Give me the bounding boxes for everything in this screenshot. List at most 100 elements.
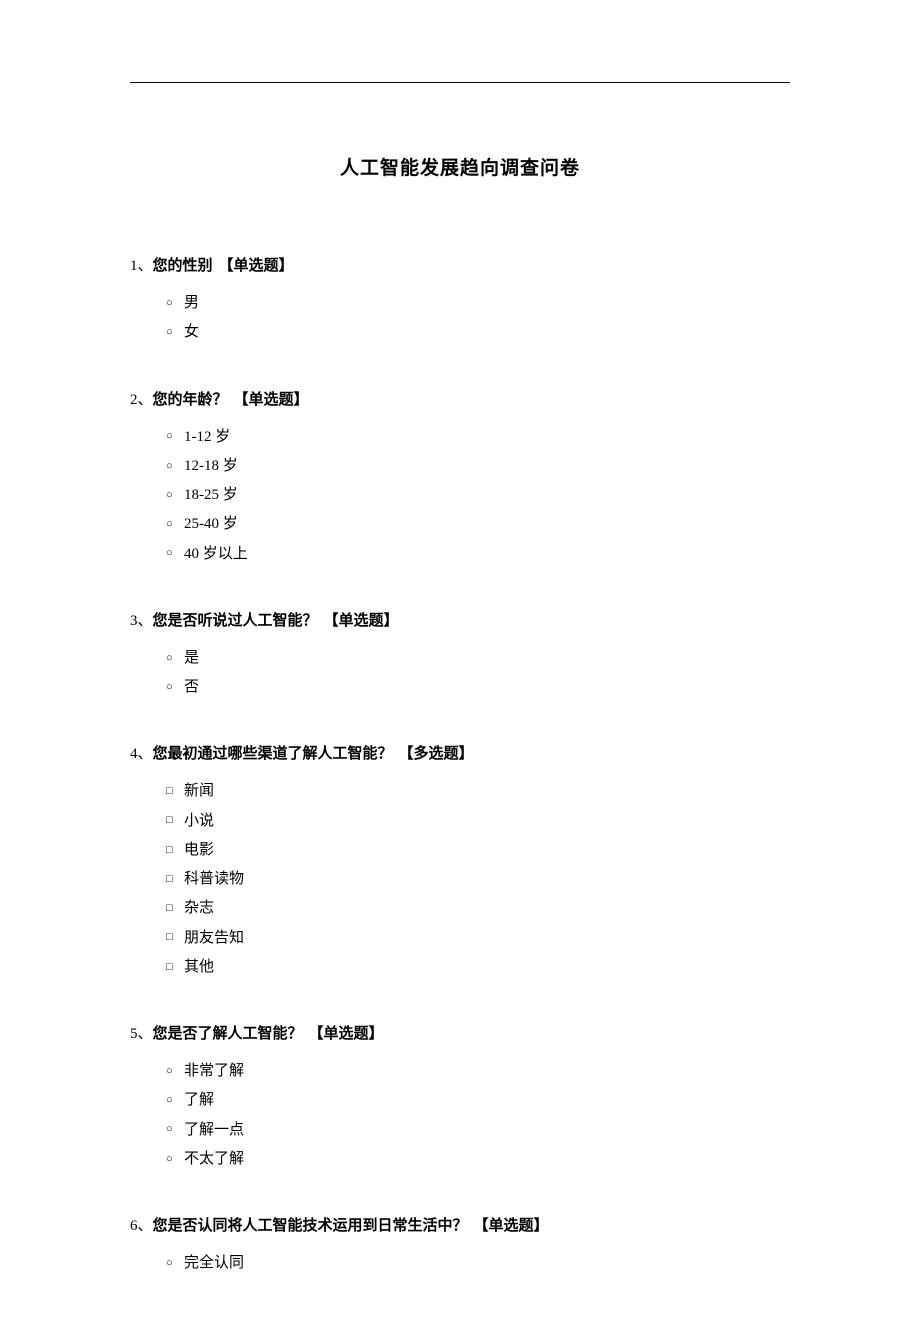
option-label: 了解 bbox=[182, 1086, 214, 1115]
radio-icon[interactable] bbox=[166, 456, 182, 477]
option-label: 40 岁以上 bbox=[182, 540, 248, 569]
radio-icon[interactable] bbox=[166, 322, 182, 343]
option-item[interactable]: 女 bbox=[166, 318, 790, 347]
option-label: 12-18 岁 bbox=[182, 452, 238, 481]
question-block: 2、您的年龄？【单选题】1-12 岁12-18 岁18-25 岁25-40 岁4… bbox=[130, 390, 790, 569]
options-list: 1-12 岁12-18 岁18-25 岁25-40 岁40 岁以上 bbox=[130, 423, 790, 569]
option-item[interactable]: 非常了解 bbox=[166, 1057, 790, 1086]
question-header: 1、您的性别【单选题】 bbox=[130, 256, 790, 277]
question-header: 5、您是否了解人工智能？ 【单选题】 bbox=[130, 1024, 790, 1045]
option-label: 18-25 岁 bbox=[182, 481, 238, 510]
option-label: 小说 bbox=[182, 807, 214, 836]
option-label: 了解一点 bbox=[182, 1116, 244, 1145]
option-label: 电影 bbox=[182, 836, 214, 865]
radio-icon[interactable] bbox=[166, 1149, 182, 1170]
question-header: 6、您是否认同将人工智能技术运用到日常生活中？ 【单选题】 bbox=[130, 1216, 790, 1237]
option-item[interactable]: 不太了解 bbox=[166, 1145, 790, 1174]
checkbox-icon[interactable] bbox=[166, 898, 182, 919]
question-header: 2、您的年龄？ 【单选题】 bbox=[130, 390, 790, 411]
option-item[interactable]: 男 bbox=[166, 289, 790, 318]
checkbox-icon[interactable] bbox=[166, 840, 182, 861]
question-number: 4、 bbox=[130, 746, 153, 762]
radio-icon[interactable] bbox=[166, 543, 182, 564]
survey-title: 人工智能发展趋向调查问卷 bbox=[130, 153, 790, 180]
options-list: 男女 bbox=[130, 289, 790, 348]
radio-icon[interactable] bbox=[166, 1061, 182, 1082]
checkbox-icon[interactable] bbox=[166, 781, 182, 802]
question-text: 您最初通过哪些渠道了解人工智能？ bbox=[153, 746, 393, 762]
radio-icon[interactable] bbox=[166, 1253, 182, 1274]
option-label: 朋友告知 bbox=[182, 924, 244, 953]
option-item[interactable]: 1-12 岁 bbox=[166, 423, 790, 452]
question-number: 6、 bbox=[130, 1218, 153, 1234]
radio-icon[interactable] bbox=[166, 514, 182, 535]
question-header: 4、您最初通过哪些渠道了解人工智能？ 【多选题】 bbox=[130, 744, 790, 765]
checkbox-icon[interactable] bbox=[166, 869, 182, 890]
option-label: 1-12 岁 bbox=[182, 423, 230, 452]
question-text: 您是否听说过人工智能？ bbox=[153, 613, 318, 629]
option-item[interactable]: 完全认同 bbox=[166, 1249, 790, 1278]
option-item[interactable]: 电影 bbox=[166, 836, 790, 865]
options-list: 是否 bbox=[130, 644, 790, 703]
radio-icon[interactable] bbox=[166, 1090, 182, 1111]
option-item[interactable]: 12-18 岁 bbox=[166, 452, 790, 481]
radio-icon[interactable] bbox=[166, 677, 182, 698]
document-page: 人工智能发展趋向调查问卷 1、您的性别【单选题】男女2、您的年龄？【单选题】1-… bbox=[130, 82, 790, 1320]
question-number: 3、 bbox=[130, 613, 153, 629]
option-item[interactable]: 新闻 bbox=[166, 777, 790, 806]
question-block: 6、您是否认同将人工智能技术运用到日常生活中？ 【单选题】完全认同 bbox=[130, 1216, 790, 1278]
option-item[interactable]: 40 岁以上 bbox=[166, 540, 790, 569]
question-number: 5、 bbox=[130, 1026, 153, 1042]
question-text: 您是否认同将人工智能技术运用到日常生活中？ bbox=[153, 1218, 468, 1234]
question-text: 您是否了解人工智能？ bbox=[153, 1026, 303, 1042]
question-block: 3、您是否听说过人工智能？ 【单选题】是否 bbox=[130, 611, 790, 703]
checkbox-icon[interactable] bbox=[166, 927, 182, 948]
question-number: 2、 bbox=[130, 392, 153, 408]
option-label: 完全认同 bbox=[182, 1249, 244, 1278]
option-item[interactable]: 25-40 岁 bbox=[166, 510, 790, 539]
question-type-label: 【单选题】 bbox=[234, 392, 309, 408]
radio-icon[interactable] bbox=[166, 1119, 182, 1140]
option-item[interactable]: 其他 bbox=[166, 953, 790, 982]
question-type-label: 【单选题】 bbox=[219, 258, 294, 274]
top-rule bbox=[130, 82, 790, 83]
radio-icon[interactable] bbox=[166, 293, 182, 314]
checkbox-icon[interactable] bbox=[166, 810, 182, 831]
option-label: 非常了解 bbox=[182, 1057, 244, 1086]
question-text: 您的年龄？ bbox=[153, 392, 228, 408]
question-type-label: 【单选题】 bbox=[474, 1218, 549, 1234]
question-header: 3、您是否听说过人工智能？ 【单选题】 bbox=[130, 611, 790, 632]
option-label: 25-40 岁 bbox=[182, 510, 238, 539]
question-block: 5、您是否了解人工智能？ 【单选题】非常了解了解了解一点不太了解 bbox=[130, 1024, 790, 1174]
option-item[interactable]: 杂志 bbox=[166, 894, 790, 923]
question-text: 您的性别 bbox=[153, 258, 213, 274]
radio-icon[interactable] bbox=[166, 648, 182, 669]
question-type-label: 【单选题】 bbox=[309, 1026, 384, 1042]
radio-icon[interactable] bbox=[166, 485, 182, 506]
option-item[interactable]: 小说 bbox=[166, 807, 790, 836]
option-item[interactable]: 朋友告知 bbox=[166, 924, 790, 953]
question-type-label: 【单选题】 bbox=[324, 613, 399, 629]
option-item[interactable]: 是 bbox=[166, 644, 790, 673]
option-label: 是 bbox=[182, 644, 199, 673]
option-item[interactable]: 了解一点 bbox=[166, 1116, 790, 1145]
question-block: 1、您的性别【单选题】男女 bbox=[130, 256, 790, 348]
option-label: 男 bbox=[182, 289, 199, 318]
option-label: 女 bbox=[182, 318, 199, 347]
question-block: 4、您最初通过哪些渠道了解人工智能？ 【多选题】新闻小说电影科普读物杂志朋友告知其… bbox=[130, 744, 790, 982]
option-item[interactable]: 否 bbox=[166, 673, 790, 702]
option-item[interactable]: 18-25 岁 bbox=[166, 481, 790, 510]
option-label: 不太了解 bbox=[182, 1145, 244, 1174]
option-label: 杂志 bbox=[182, 894, 214, 923]
radio-icon[interactable] bbox=[166, 426, 182, 447]
option-item[interactable]: 了解 bbox=[166, 1086, 790, 1115]
question-type-label: 【多选题】 bbox=[399, 746, 474, 762]
question-number: 1、 bbox=[130, 258, 153, 274]
option-label: 科普读物 bbox=[182, 865, 244, 894]
options-list: 完全认同 bbox=[130, 1249, 790, 1278]
option-label: 其他 bbox=[182, 953, 214, 982]
option-item[interactable]: 科普读物 bbox=[166, 865, 790, 894]
options-list: 非常了解了解了解一点不太了解 bbox=[130, 1057, 790, 1174]
option-label: 否 bbox=[182, 673, 199, 702]
checkbox-icon[interactable] bbox=[166, 957, 182, 978]
